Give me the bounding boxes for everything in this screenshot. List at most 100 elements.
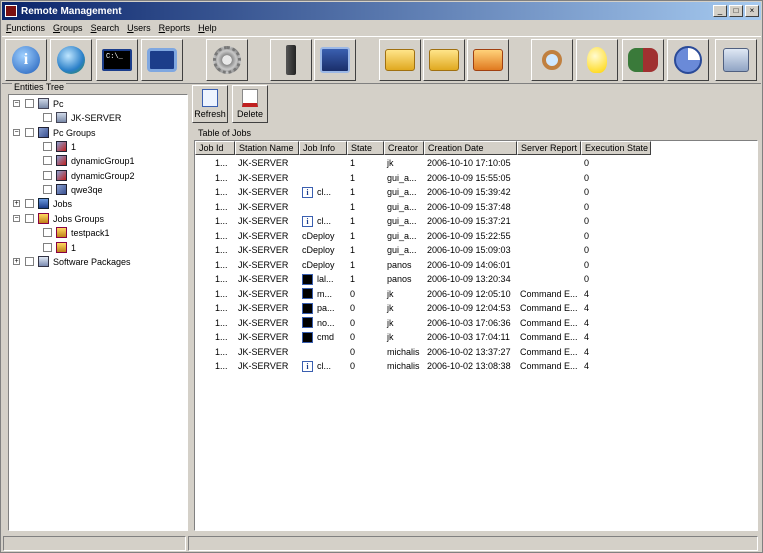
tree-node-testpack1[interactable]: testpack1: [43, 226, 110, 239]
column-header-server-report[interactable]: Server Report: [517, 141, 581, 155]
tree-node-dynamicgroup1[interactable]: dynamicGroup1: [43, 154, 135, 167]
folder-open-button[interactable]: [379, 39, 421, 81]
column-header-state[interactable]: State: [347, 141, 384, 155]
globe-button[interactable]: [50, 39, 92, 81]
tree-node-qwe3qe[interactable]: qwe3qe: [43, 183, 103, 196]
tree-checkbox[interactable]: [25, 257, 34, 266]
close-button[interactable]: ×: [745, 5, 759, 17]
collapse-icon[interactable]: −: [13, 215, 20, 222]
lightbulb-button[interactable]: [576, 39, 618, 81]
expand-icon[interactable]: +: [13, 258, 20, 265]
tree-checkbox[interactable]: [25, 214, 34, 223]
cell-job-id-text: 1...: [215, 158, 228, 169]
menu-reports[interactable]: Reports: [155, 23, 195, 33]
cell-creation-date-text: 2006-10-09 15:37:48: [427, 201, 511, 212]
cell-execution-state: 0: [581, 214, 651, 229]
tree-node-label: Jobs: [53, 198, 73, 209]
cell-server-report: Command E...: [517, 330, 581, 345]
tree-node-jobgroup-1[interactable]: 1: [43, 241, 76, 254]
table-row[interactable]: 1... JK-SERVER 1 gui_a... 2006-10-09 15:37:4…: [195, 200, 651, 215]
column-header-execution-state[interactable]: Execution State: [581, 141, 651, 155]
pie-chart-button[interactable]: [667, 39, 709, 81]
tree-node-group-1[interactable]: 1: [43, 140, 76, 153]
table-row[interactable]: 1... JK-SERVER pa... 0 jk 2006-10-09 12:04:53…: [195, 301, 651, 316]
tree-node-jobs-groups[interactable]: − Jobs Groups: [13, 212, 104, 225]
folder-edit-button[interactable]: [423, 39, 465, 81]
cell-server-report: Command E...: [517, 316, 581, 331]
cell-state: 1: [347, 229, 384, 244]
table-row[interactable]: 1... JK-SERVER i cl... 1 gui_a... 2006-10-09 1…: [195, 214, 651, 229]
minimize-button[interactable]: _: [713, 5, 727, 17]
table-row[interactable]: 1... JK-SERVER i cl... 1 gui_a... 2006-10-09 1…: [195, 185, 651, 200]
column-header-creator[interactable]: Creator: [384, 141, 424, 155]
table-row[interactable]: 1... JK-SERVER 1 gui_a... 2006-10-09 15:55:0…: [195, 171, 651, 186]
cell-state: 1: [347, 185, 384, 200]
menu-search[interactable]: Search: [87, 23, 124, 33]
table-row[interactable]: 1... JK-SERVER 0 michalis 2006-10-02 13:37:2…: [195, 345, 651, 360]
run-job-button[interactable]: [206, 39, 248, 81]
expand-icon[interactable]: +: [13, 200, 20, 207]
remote-desktop-button[interactable]: [314, 39, 356, 81]
table-row[interactable]: 1... JK-SERVER i cl... 0 michalis 2006-10-02 1…: [195, 359, 651, 374]
status-panel-right: [188, 536, 758, 551]
network-button[interactable]: [715, 39, 757, 81]
table-row[interactable]: 1... JK-SERVER m... 0 jk 2006-10-09 12:05:10 C…: [195, 287, 651, 302]
tree-checkbox[interactable]: [25, 128, 34, 137]
table-row[interactable]: 1... JK-SERVER no... 0 jk 2006-10-03 17:06:36…: [195, 316, 651, 331]
cell-creator-text: panos: [387, 259, 412, 270]
users-button[interactable]: [622, 39, 664, 81]
menu-help[interactable]: Help: [194, 23, 221, 33]
cell-job-id: 1...: [195, 171, 235, 186]
info-button[interactable]: i: [5, 39, 47, 81]
column-header-job-id[interactable]: Job Id: [195, 141, 235, 155]
delete-button[interactable]: Delete: [232, 85, 268, 123]
column-header-creation-date[interactable]: Creation Date: [424, 141, 517, 155]
tree-checkbox[interactable]: [43, 113, 52, 122]
cell-creation-date-text: 2006-10-10 17:10:05: [427, 158, 511, 169]
folder-delete-button[interactable]: [467, 39, 509, 81]
table-row[interactable]: 1... JK-SERVER cDeploy 1 gui_a... 2006-10-09 …: [195, 229, 651, 244]
cell-creator-text: jk: [387, 288, 394, 299]
tree-checkbox[interactable]: [25, 199, 34, 208]
jobs-table[interactable]: Job Id Station Name Job Info State Creat…: [194, 140, 758, 531]
cell-station-name-text: JK-SERVER: [238, 259, 289, 270]
table-row[interactable]: 1... JK-SERVER cmd 0 jk 2006-10-03 17:04:11 Co…: [195, 330, 651, 345]
table-row[interactable]: 1... JK-SERVER 1 jk 2006-10-10 17:10:05 0: [195, 156, 651, 171]
tree-checkbox[interactable]: [43, 171, 52, 180]
collapse-icon[interactable]: −: [13, 129, 20, 136]
cell-server-report: Command E...: [517, 301, 581, 316]
eye-button[interactable]: [141, 39, 183, 81]
entities-tree[interactable]: − Pc JK-SERVER − Pc Groups 1 dynamicGrou…: [8, 94, 188, 531]
menu-users[interactable]: Users: [123, 23, 155, 33]
console-button[interactable]: C:\_: [96, 39, 138, 81]
table-row[interactable]: 1... JK-SERVER cDeploy 1 gui_a... 2006-10-09 …: [195, 243, 651, 258]
info-icon: i: [302, 186, 313, 198]
cell-station-name-text: JK-SERVER: [238, 187, 289, 198]
table-row[interactable]: 1... JK-SERVER lal... 1 panos 2006-10-09 13:2…: [195, 272, 651, 287]
search-button[interactable]: [531, 39, 573, 81]
cell-state-text: 1: [350, 230, 356, 241]
tree-node-jobs[interactable]: + Jobs: [13, 197, 72, 210]
column-header-station-name[interactable]: Station Name: [235, 141, 299, 155]
tree-node-jk-server[interactable]: JK-SERVER: [43, 111, 121, 124]
tree-node-pc-groups[interactable]: − Pc Groups: [13, 126, 96, 139]
menu-groups[interactable]: Groups: [49, 23, 87, 33]
tree-node-pc[interactable]: − Pc: [13, 97, 64, 110]
connector-button[interactable]: [270, 39, 312, 81]
column-header-job-info[interactable]: Job Info: [299, 141, 347, 155]
collapse-icon[interactable]: −: [13, 100, 20, 107]
cell-station-name: JK-SERVER: [235, 258, 299, 273]
tree-checkbox[interactable]: [25, 99, 34, 108]
tree-checkbox[interactable]: [43, 142, 52, 151]
maximize-button[interactable]: □: [729, 5, 743, 17]
refresh-button[interactable]: Refresh: [192, 85, 228, 123]
cell-creator-text: michalis: [387, 346, 420, 357]
tree-checkbox[interactable]: [43, 156, 52, 165]
table-row[interactable]: 1... JK-SERVER cDeploy 1 panos 2006-10-09 14:…: [195, 258, 651, 273]
tree-node-dynamicgroup2[interactable]: dynamicGroup2: [43, 169, 135, 182]
tree-checkbox[interactable]: [43, 243, 52, 252]
menu-functions[interactable]: Functions: [2, 23, 49, 33]
tree-checkbox[interactable]: [43, 228, 52, 237]
tree-node-software-packages[interactable]: + Software Packages: [13, 255, 131, 268]
tree-checkbox[interactable]: [43, 185, 52, 194]
